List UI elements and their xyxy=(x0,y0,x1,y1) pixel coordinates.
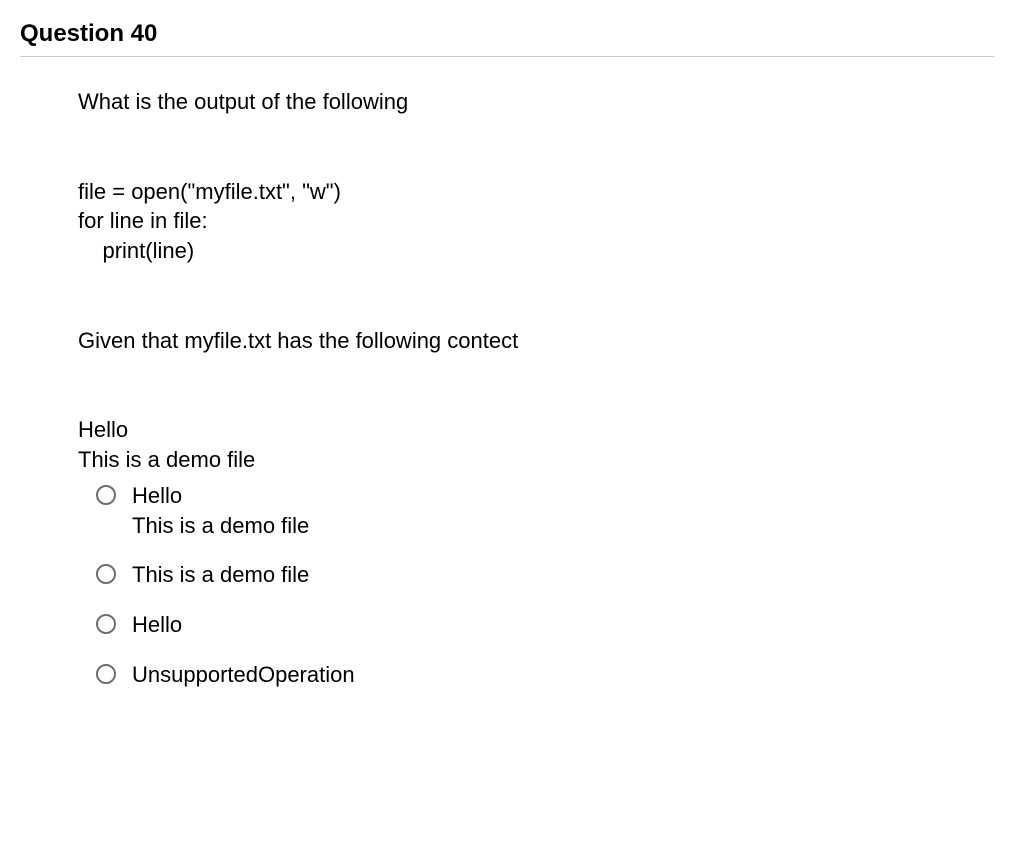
code-block: file = open("myfile.txt", "w") for line … xyxy=(78,177,994,266)
radio-button[interactable] xyxy=(96,564,116,584)
option-row: Hello This is a demo file xyxy=(96,481,994,540)
radio-button[interactable] xyxy=(96,664,116,684)
question-heading: Question 40 xyxy=(20,20,994,57)
file-content: Hello This is a demo file xyxy=(78,415,994,474)
question-body: What is the output of the following file… xyxy=(20,87,994,689)
option-row: This is a demo file xyxy=(96,560,994,590)
given-context: Given that myfile.txt has the following … xyxy=(78,326,994,356)
radio-button[interactable] xyxy=(96,485,116,505)
option-label: Hello This is a demo file xyxy=(132,481,309,540)
radio-button[interactable] xyxy=(96,614,116,634)
option-label: Hello xyxy=(132,610,182,640)
option-label: This is a demo file xyxy=(132,560,309,590)
question-prompt: What is the output of the following xyxy=(78,87,994,117)
option-row: Hello xyxy=(96,610,994,640)
option-row: UnsupportedOperation xyxy=(96,660,994,690)
answer-options: Hello This is a demo file This is a demo… xyxy=(78,481,994,689)
option-label: UnsupportedOperation xyxy=(132,660,355,690)
